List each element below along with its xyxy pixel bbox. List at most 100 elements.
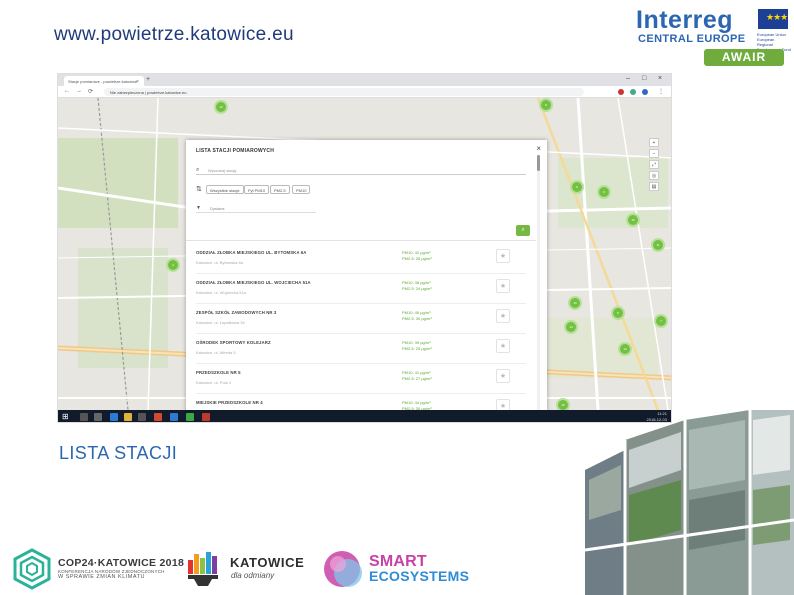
map-cluster[interactable]: 14 — [564, 320, 578, 334]
cop24-logo-icon — [13, 548, 51, 590]
new-tab-icon[interactable]: + — [146, 76, 150, 83]
outlook-icon[interactable] — [170, 413, 178, 421]
station-name: ZESPÓŁ SZKÓŁ ZAWODOWYCH NR 3 — [196, 310, 277, 315]
start-icon[interactable]: ⊞ — [62, 412, 69, 421]
station-pm10: PM10: 45 µg/m³ — [402, 310, 431, 315]
reload-icon[interactable]: ⟳ — [88, 88, 93, 95]
close-icon[interactable]: × — [536, 144, 541, 153]
app-screenshot: Stacje pomiarowe - powietrze.katowice × … — [57, 73, 672, 423]
city-photo-collage — [585, 410, 794, 595]
favorite-star-icon[interactable]: ★ — [496, 339, 510, 353]
map-cluster[interactable]: 13 — [618, 342, 632, 356]
station-address: Katowice, ul. Łopatkowa 34 — [196, 320, 245, 325]
map-view[interactable]: 12 8 15 6 9 11 7 10 5 14 13 4 16 + − ⤢ ◎… — [58, 98, 671, 418]
favorite-star-icon[interactable]: ★ — [496, 279, 510, 293]
profile-icon[interactable] — [642, 89, 648, 95]
katowice-title: KATOWICE — [230, 555, 305, 570]
filter-chip-pm10-alt[interactable]: PM10 — [292, 185, 311, 194]
map-cluster[interactable]: 15 — [626, 213, 640, 227]
panel-title: LISTA STACJI POMIAROWYCH — [196, 148, 275, 154]
station-pm25: PM2.5: 30 µg/m³ — [402, 316, 432, 321]
window-close-icon[interactable]: × — [658, 75, 662, 82]
scroll-thumb[interactable] — [537, 155, 540, 171]
map-cluster[interactable]: 9 — [597, 185, 611, 199]
browser-tab[interactable]: Stacje pomiarowe - powietrze.katowice × — [64, 76, 144, 86]
station-name: PRZEDSZKOLE NR 5 — [196, 370, 241, 375]
interreg-logo: Interreg CENTRAL EUROPE ★★★ European Uni… — [636, 6, 791, 66]
zoom-in-icon[interactable]: + — [649, 138, 659, 147]
filter-chip-pm10[interactable]: Pył PM10 — [244, 185, 270, 194]
menu-icon[interactable]: ⋮ — [658, 88, 664, 95]
locate-icon[interactable]: ◎ — [649, 171, 659, 180]
fullscreen-icon[interactable]: ⤢ — [649, 160, 659, 169]
station-item[interactable]: ZESPÓŁ SZKÓŁ ZAWODOWYCH NR 3 Katowice, u… — [196, 306, 526, 334]
sort-select[interactable]: ▼ Dystans — [196, 205, 316, 213]
station-pm25: PM2.5: 28 µg/m³ — [402, 256, 432, 261]
cop24-subtitle-2: W SPRAWIE ZMIAN KLIMATU — [58, 574, 145, 580]
station-address: Katowice, ul. Bytomska 6a — [196, 260, 243, 265]
station-item[interactable]: PRZEDSZKOLE NR 5 Katowice, ul. Pola 3 PM… — [196, 366, 526, 394]
extension-icon[interactable] — [618, 89, 624, 95]
layers-icon[interactable]: ▤ — [649, 182, 659, 191]
station-pm10: PM10: 41 µg/m³ — [402, 370, 431, 375]
maximize-icon[interactable]: □ — [642, 75, 646, 82]
favorite-star-icon[interactable]: ★ — [496, 369, 510, 383]
station-pm10: PM10: 44 µg/m³ — [402, 400, 431, 405]
url-input[interactable]: Nie zabezpieczona | powietrze.katowice.e… — [104, 88, 584, 96]
station-item[interactable]: OŚRODEK SPORTOWY KOLEJARZ Katowice, ul. … — [196, 336, 526, 364]
station-item[interactable]: ODDZIAŁ ZŁOBKA MIEJSKIEGO UL. WOJCIECHA … — [196, 276, 526, 304]
ecosystems-title: ECOSYSTEMS — [369, 568, 470, 584]
map-cluster[interactable]: 5 — [611, 306, 625, 320]
map-cluster[interactable]: 4 — [166, 258, 180, 272]
station-item[interactable]: ODDZIAŁ ZŁOBKA MIEJSKIEGO UL. BYTOMSKA 6… — [196, 246, 526, 274]
favorite-star-icon[interactable]: ★ — [496, 249, 510, 263]
station-pm25: PM2.5: 25 µg/m³ — [402, 346, 432, 351]
station-pm10: PM10: 38 µg/m³ — [402, 280, 431, 285]
task-view-icon[interactable] — [94, 413, 102, 421]
office-icon[interactable] — [154, 413, 162, 421]
close-tab-icon[interactable]: × — [136, 79, 139, 85]
extension-icon[interactable] — [630, 89, 636, 95]
section-title: LISTA STACJI — [59, 443, 178, 463]
edge-icon[interactable] — [110, 413, 118, 421]
filter-chip-all[interactable]: Wszystkie stacje — [206, 185, 244, 194]
search-placeholder: Wyszukaj stację — [208, 168, 237, 173]
windows-taskbar: ⊞ 11:21 2018-12-03 — [58, 410, 671, 422]
interreg-brand: Interreg — [636, 6, 734, 34]
search-button[interactable]: ⌕ — [516, 225, 530, 236]
interreg-program: CENTRAL EUROPE — [638, 33, 746, 45]
station-search-input[interactable]: ⌕ Wyszukaj stację — [196, 167, 526, 175]
chrome-icon[interactable] — [186, 413, 194, 421]
search-taskbar-icon[interactable] — [80, 413, 88, 421]
address-bar: ← → ⟳ Nie zabezpieczona | powietrze.kato… — [58, 86, 671, 98]
map-cluster[interactable]: 11 — [651, 238, 665, 252]
favorite-star-icon[interactable]: ★ — [496, 309, 510, 323]
station-pm25: PM2.5: 24 µg/m³ — [402, 286, 432, 291]
search-icon: ⌕ — [196, 167, 200, 173]
filter-chip-pm25[interactable]: PM2.5 — [270, 185, 290, 194]
map-cluster[interactable]: 10 — [568, 296, 582, 310]
map-cluster[interactable]: 8 — [539, 98, 553, 112]
panel-scrollbar[interactable] — [537, 155, 540, 415]
station-name: OŚRODEK SPORTOWY KOLEJARZ — [196, 340, 271, 345]
station-address: Katowice, ul. Pola 3 — [196, 380, 232, 385]
station-address: Katowice, ul. Wojciecha 51a — [196, 290, 246, 295]
back-icon[interactable]: ← — [64, 88, 70, 94]
smart-ecosystems-logo-icon — [324, 551, 362, 587]
map-cluster[interactable]: 7 — [654, 314, 668, 328]
browser-tab-strip: Stacje pomiarowe - powietrze.katowice × … — [58, 74, 671, 86]
footer-logos: COP24·KATOWICE 2018 KONFERENCJA NARODÓW … — [0, 540, 560, 595]
zoom-out-icon[interactable]: − — [649, 149, 659, 158]
minimize-icon[interactable]: – — [626, 75, 630, 82]
awair-badge: AWAIR — [704, 49, 784, 66]
eu-flag-icon: ★★★ — [758, 9, 788, 29]
powerpoint-icon[interactable] — [202, 413, 210, 421]
map-cluster[interactable]: 12 — [214, 100, 228, 114]
sort-label: Dystans — [210, 206, 225, 211]
sort-icon: ▼ — [196, 205, 201, 211]
forward-icon[interactable]: → — [76, 88, 82, 94]
explorer-icon[interactable] — [124, 413, 132, 421]
map-cluster[interactable]: 6 — [570, 180, 584, 194]
slide: www.powietrze.katowice.eu Interreg CENTR… — [0, 0, 794, 595]
store-icon[interactable] — [138, 413, 146, 421]
